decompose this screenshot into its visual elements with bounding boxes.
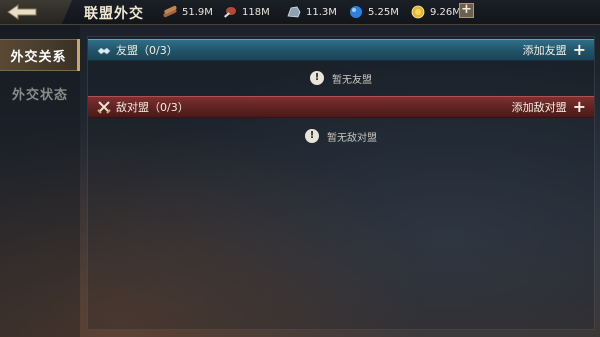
meat-icon <box>224 7 236 18</box>
alliance-handshake-icon <box>97 47 111 55</box>
ally-section-title: 友盟（0/3） <box>116 44 178 57</box>
add-ally-label: 添加友盟 <box>522 44 567 57</box>
add-enemy-button[interactable]: 添加敌对盟 + <box>512 97 586 117</box>
add-gold-button[interactable]: + <box>459 3 474 18</box>
stone-value: 11.3M <box>306 6 337 18</box>
enemy-section-header: 敌对盟（0/3） 添加敌对盟 + <box>88 96 594 118</box>
plus-icon: + <box>572 40 586 59</box>
gem-value: 5.25M <box>368 6 399 18</box>
enemy-empty-text: 暂无敌对盟 <box>327 132 377 144</box>
tab-diplomatic-relations[interactable]: 外交关系 <box>0 39 80 71</box>
sidebar: 外交关系 外交状态 <box>0 25 80 337</box>
ally-empty-state: ! 暂无友盟 <box>88 63 594 93</box>
resource-gem: 5.25M <box>348 3 399 21</box>
resource-gold: 9.26M <box>410 3 461 21</box>
back-button[interactable] <box>0 0 72 24</box>
enemy-empty-state: ! 暂无敌对盟 <box>88 121 594 151</box>
wood-value: 51.9M <box>182 6 213 18</box>
stone-icon <box>287 6 301 18</box>
gold-value: 9.26M <box>430 6 461 18</box>
tab-diplomatic-status[interactable]: 外交状态 <box>0 77 80 109</box>
exclamation-icon: ! <box>310 71 324 85</box>
enemy-section-title: 敌对盟（0/3） <box>116 101 189 114</box>
ally-section-header: 友盟（0/3） 添加友盟 + <box>88 39 594 61</box>
top-bar: 联盟外交 51.9M 118M 11.3M 5.25M 9.26M + <box>0 0 600 25</box>
gem-icon <box>350 6 362 18</box>
wood-icon <box>163 5 177 18</box>
plus-icon: + <box>572 97 586 116</box>
back-arrow-icon <box>7 4 37 20</box>
page-title: 联盟外交 <box>84 6 144 22</box>
add-enemy-label: 添加敌对盟 <box>511 101 567 114</box>
resource-food: 118M <box>222 3 270 21</box>
add-ally-button[interactable]: 添加友盟 + <box>523 40 586 60</box>
resource-wood: 51.9M <box>162 3 213 21</box>
diplomacy-panel: 友盟（0/3） 添加友盟 + ! 暂无友盟 敌对盟（0/3） 添加敌对盟 + !… <box>87 36 595 330</box>
food-value: 118M <box>242 6 270 18</box>
resource-stone: 11.3M <box>286 3 337 21</box>
gold-coin-icon <box>411 5 425 19</box>
exclamation-icon: ! <box>305 129 319 143</box>
ally-empty-text: 暂无友盟 <box>332 74 372 86</box>
crossed-swords-icon <box>97 101 111 114</box>
